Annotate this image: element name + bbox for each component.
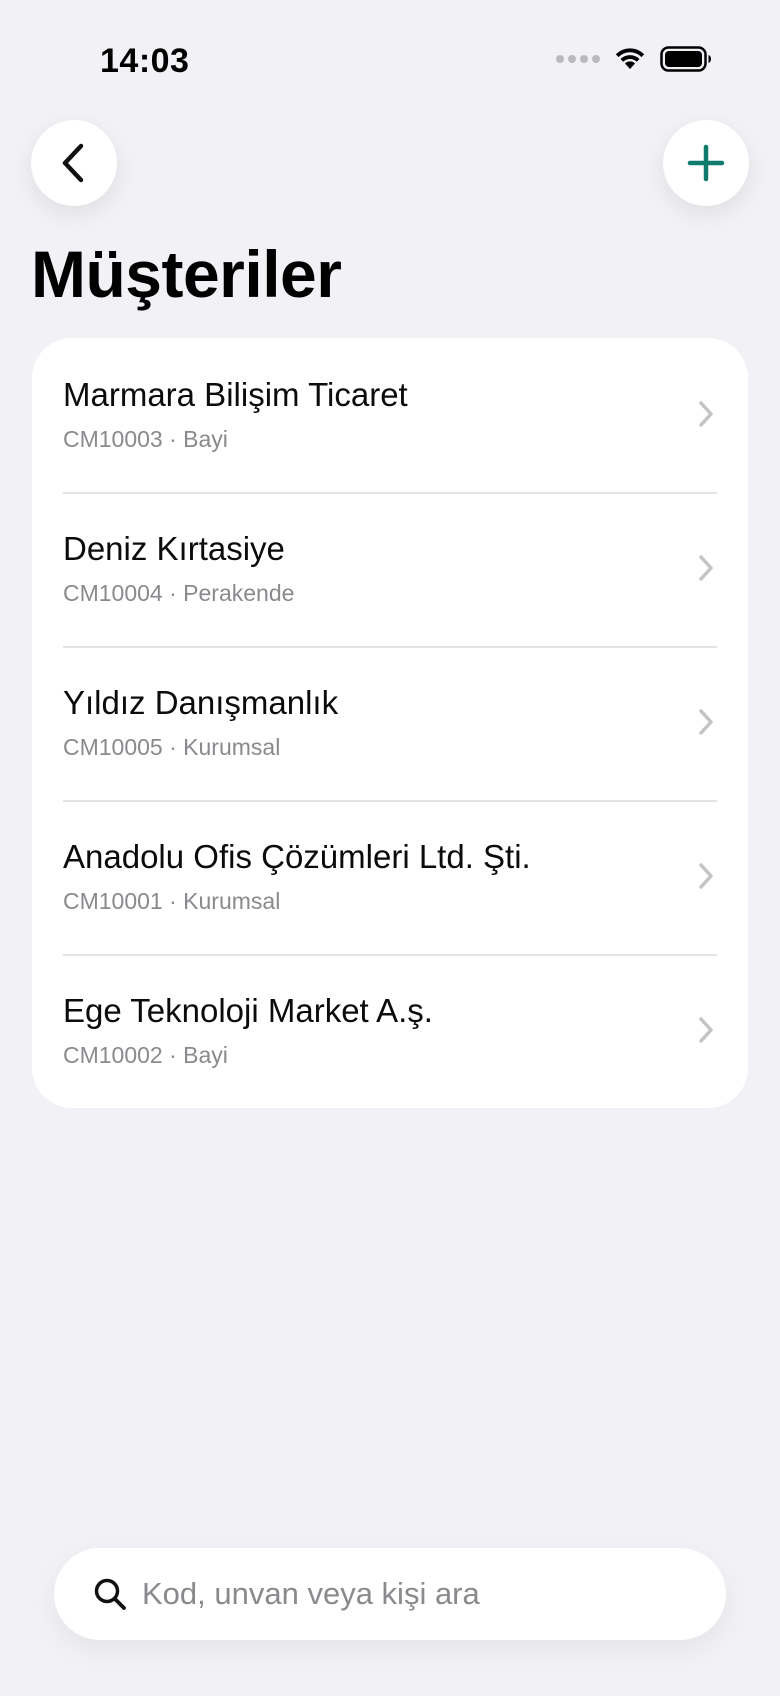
customer-name: Yıldız Danışmanlık	[63, 684, 339, 721]
chevron-right-icon	[699, 555, 713, 581]
customer-list-item[interactable]: Marmara Bilişim Ticaret CM10003 · Bayi	[32, 338, 748, 492]
customer-code-type: CM10005 · Kurumsal	[63, 734, 281, 760]
customer-code-type: CM10004 · Perakende	[63, 580, 295, 606]
customer-code-type: CM10002 · Bayi	[63, 1042, 228, 1068]
customer-list-item[interactable]: Yıldız Danışmanlık CM10005 · Kurumsal	[32, 646, 748, 800]
search-icon	[94, 1578, 126, 1610]
search-bar[interactable]	[54, 1548, 726, 1640]
back-button[interactable]	[31, 120, 117, 206]
customer-list-item[interactable]: Ege Teknoloji Market A.ş. CM10002 · Bayi	[32, 954, 748, 1108]
cellular-signal-icon	[556, 55, 600, 63]
plus-icon	[687, 144, 725, 182]
wifi-icon	[615, 48, 645, 69]
page-title: Müşteriler	[31, 237, 342, 311]
add-customer-button[interactable]	[663, 120, 749, 206]
status-bar: 14:03	[0, 0, 780, 130]
customer-name: Deniz Kırtasiye	[63, 530, 285, 567]
chevron-right-icon	[699, 709, 713, 735]
battery-icon	[660, 46, 711, 72]
search-input[interactable]	[142, 1576, 702, 1612]
status-indicators	[556, 46, 712, 72]
customer-name: Ege Teknoloji Market A.ş.	[63, 992, 433, 1029]
customer-code-type: CM10001 · Kurumsal	[63, 888, 281, 914]
chevron-right-icon	[699, 401, 713, 427]
status-time: 14:03	[100, 42, 190, 80]
customer-name: Anadolu Ofis Çözümleri Ltd. Şti.	[63, 838, 531, 875]
customer-name: Marmara Bilişim Ticaret	[63, 376, 408, 413]
chevron-left-icon	[62, 143, 84, 183]
customer-list-item[interactable]: Anadolu Ofis Çözümleri Ltd. Şti. CM10001…	[32, 800, 748, 954]
customer-list-item[interactable]: Deniz Kırtasiye CM10004 · Perakende	[32, 492, 748, 646]
customer-list: Marmara Bilişim Ticaret CM10003 · Bayi D…	[32, 338, 748, 1108]
customer-code-type: CM10003 · Bayi	[63, 426, 228, 452]
chevron-right-icon	[699, 863, 713, 889]
chevron-right-icon	[699, 1017, 713, 1043]
